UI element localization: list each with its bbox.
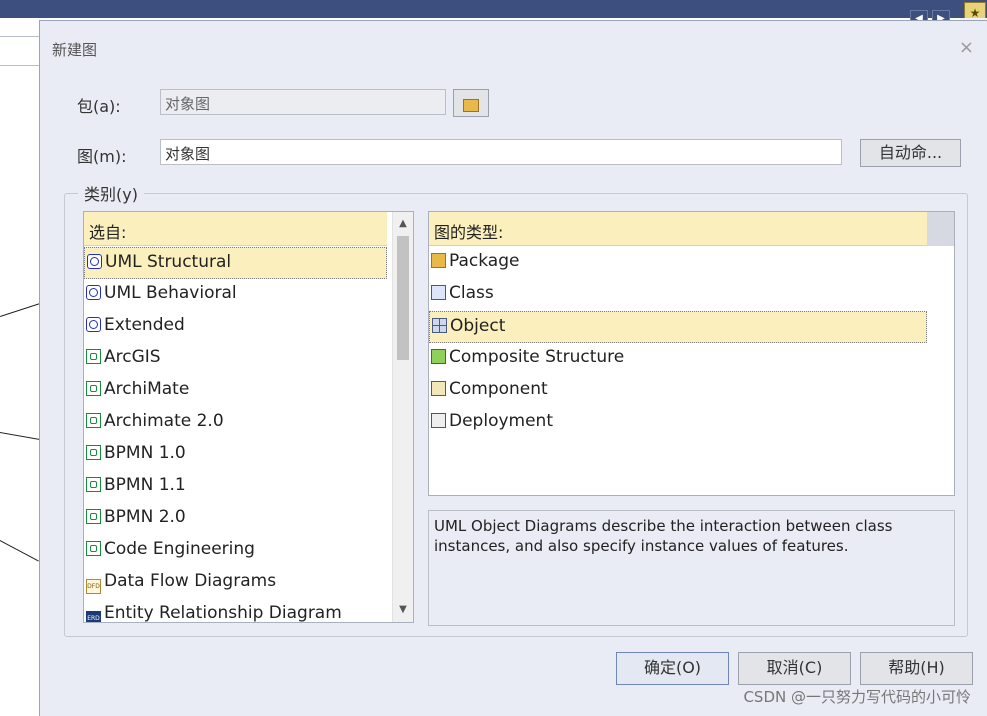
cancel-button[interactable]: 取消(C): [738, 652, 851, 685]
scroll-down-arrow-icon[interactable]: ▼: [393, 600, 413, 620]
select-from-header: 选自:: [84, 212, 387, 246]
list-item-archimate-2[interactable]: Archimate 2.0: [84, 407, 387, 439]
list-item-label: ArchiMate: [104, 379, 190, 399]
header-spacer: [927, 212, 954, 246]
list-item-label: BPMN 2.0: [104, 507, 186, 527]
list-item-package[interactable]: Package: [429, 247, 927, 279]
list-item-archimate[interactable]: ArchiMate: [84, 375, 387, 407]
list-item-class[interactable]: Class: [429, 279, 927, 311]
auto-name-button[interactable]: 自动命...: [860, 139, 961, 167]
list-item-label: ArcGIS: [104, 347, 161, 367]
list-item-object[interactable]: Object: [429, 311, 927, 343]
diagram-name-input[interactable]: 对象图: [160, 139, 842, 165]
diagram-connector-line: [0, 432, 42, 441]
deployment-icon: [431, 413, 446, 428]
object-icon: [432, 318, 447, 333]
list-item-deployment[interactable]: Deployment: [429, 407, 927, 439]
diagram-connector-line: [0, 540, 39, 562]
technology-icon: [86, 509, 101, 524]
dialog-title-bar: 新建图 ×: [40, 21, 987, 69]
app-title-bar: [0, 0, 987, 18]
uml-icon: [87, 254, 102, 269]
list-item-label: BPMN 1.0: [104, 443, 186, 463]
package-field: 对象图: [160, 89, 446, 115]
close-icon[interactable]: ×: [959, 37, 974, 58]
list-item-label: Deployment: [449, 411, 553, 431]
technology-icon: [86, 413, 101, 428]
technology-icon: [86, 541, 101, 556]
list-item-label: Class: [449, 283, 494, 303]
list-item-label: Package: [449, 251, 520, 271]
dialog-title: 新建图: [52, 41, 98, 59]
background-combo-box[interactable]: [0, 36, 40, 66]
background-diagram-canvas: [0, 66, 42, 715]
list-item-bpmn-1-0[interactable]: BPMN 1.0: [84, 439, 387, 471]
list-item-bpmn-2-0[interactable]: BPMN 2.0: [84, 503, 387, 535]
list-item-label: Code Engineering: [104, 539, 255, 559]
list-item-label: UML Behavioral: [104, 283, 237, 303]
vertical-scrollbar[interactable]: ▲ ▼: [392, 212, 413, 622]
composite-structure-icon: [431, 349, 446, 364]
erd-icon: ERD: [86, 611, 101, 622]
technology-icon: [86, 381, 101, 396]
ok-button[interactable]: 确定(O): [616, 652, 729, 685]
watermark: CSDN @一只努力写代码的小可怜: [743, 688, 971, 706]
diagram-type-list[interactable]: 图的类型: Package Class Object Composite Str…: [428, 211, 955, 496]
class-icon: [431, 285, 446, 300]
package-label: 包(a):: [77, 97, 121, 116]
technology-icon: [86, 445, 101, 460]
list-item-label: Composite Structure: [449, 347, 625, 367]
list-item-arcgis[interactable]: ArcGIS: [84, 343, 387, 375]
list-item-label: Object: [450, 316, 506, 336]
scrollbar-thumb[interactable]: [397, 236, 409, 360]
list-item-entity-relationship-diagram[interactable]: ERD Entity Relationship Diagram: [84, 599, 387, 623]
list-item-label: Archimate 2.0: [104, 411, 224, 431]
category-label: 类别(y): [78, 181, 144, 205]
new-diagram-dialog: 新建图 × 包(a): 对象图 图(m): 对象图 自动命... 类别(y) 选…: [39, 20, 987, 716]
list-item-label: UML Structural: [105, 252, 232, 272]
list-item-label: Component: [449, 379, 548, 399]
dfd-icon: DFD: [86, 579, 101, 594]
package-icon: [431, 253, 446, 268]
diagram-description: UML Object Diagrams describe the interac…: [428, 510, 955, 626]
list-item-composite-structure[interactable]: Composite Structure: [429, 343, 927, 375]
list-item-data-flow-diagrams[interactable]: DFD Data Flow Diagrams: [84, 567, 387, 599]
component-icon: [431, 381, 446, 396]
list-item-label: Data Flow Diagrams: [104, 571, 277, 591]
select-from-list[interactable]: 选自: UML Structural UML Behavioral Extend…: [83, 211, 414, 623]
diagram-connector-line: [0, 303, 41, 317]
technology-icon: [86, 349, 101, 364]
diagram-name-label: 图(m):: [77, 147, 127, 166]
list-item-label: Extended: [104, 315, 185, 335]
help-button[interactable]: 帮助(H): [860, 652, 973, 685]
list-item-label: BPMN 1.1: [104, 475, 186, 495]
list-item-code-engineering[interactable]: Code Engineering: [84, 535, 387, 567]
list-item-uml-structural[interactable]: UML Structural: [84, 247, 387, 279]
list-item-component[interactable]: Component: [429, 375, 927, 407]
uml-icon: [86, 317, 101, 332]
diagram-type-header: 图的类型:: [429, 212, 927, 246]
list-item-label: Entity Relationship Diagram: [104, 603, 342, 623]
folder-icon: [463, 99, 479, 112]
technology-icon: [86, 477, 101, 492]
list-item-bpmn-1-1[interactable]: BPMN 1.1: [84, 471, 387, 503]
browse-package-button[interactable]: [453, 89, 489, 117]
scroll-up-arrow-icon[interactable]: ▲: [393, 214, 413, 234]
uml-icon: [86, 285, 101, 300]
list-item-uml-behavioral[interactable]: UML Behavioral: [84, 279, 387, 311]
list-item-extended[interactable]: Extended: [84, 311, 387, 343]
